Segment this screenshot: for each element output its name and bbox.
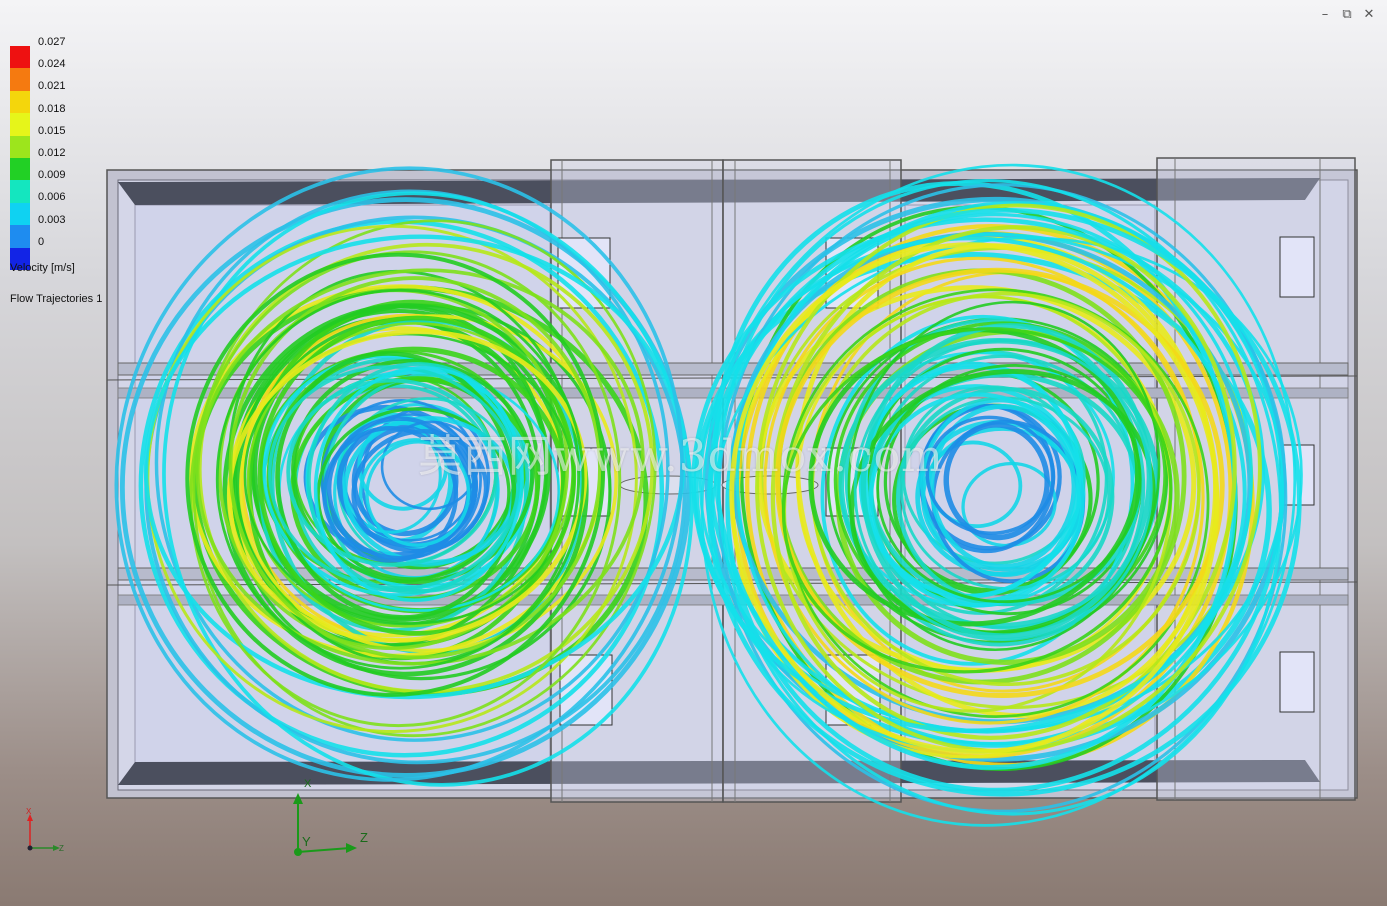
mini-x-label: X: [26, 807, 32, 816]
legend-tick-label: 0.003: [38, 213, 66, 226]
fan-box: [1279, 236, 1315, 298]
column-c: [1156, 157, 1356, 801]
minimize-button[interactable]: –: [1317, 6, 1333, 22]
legend-swatch: [10, 113, 30, 136]
mini-axes-indicator: X Z: [26, 807, 64, 853]
legend-swatch: [10, 135, 30, 158]
legend-swatch: [10, 157, 30, 181]
legend-tick-label: 0.024: [38, 58, 66, 71]
legend-swatch: [10, 225, 30, 248]
legend-tick-label: 0.018: [38, 102, 66, 115]
legend-tick-label: 0.015: [38, 124, 66, 137]
legend-swatch: [10, 68, 30, 91]
triad-z-label: Z: [360, 830, 368, 845]
legend-tick-label: 0.006: [38, 191, 66, 204]
legend-tick-label: 0.021: [38, 80, 66, 93]
legend-tick-label: 0.012: [38, 147, 66, 159]
fan-box: [1279, 651, 1315, 713]
close-button[interactable]: ✕: [1361, 6, 1377, 22]
window-controls: – ⧉ ✕: [1317, 6, 1377, 22]
legend-tick-label: 0.027: [38, 36, 66, 48]
legend-color-bar: [10, 46, 30, 270]
legend-subtitle[interactable]: Flow Trajectories 1: [10, 293, 102, 305]
mini-z-label: Z: [59, 844, 64, 853]
legend-swatch: [10, 202, 30, 226]
legend-swatch: [10, 46, 30, 69]
legend-tick-label: 0: [38, 235, 45, 248]
legend-swatch: [10, 90, 30, 114]
restore-button[interactable]: ⧉: [1339, 6, 1355, 22]
legend-swatch: [10, 180, 30, 203]
graphics-viewport[interactable]: Y Z X X Z 莫西网www.3dmox.com 0.027 0.024 0.0…: [0, 0, 1387, 906]
legend-title: Velocity [m/s]: [10, 262, 75, 274]
svg-text:X: X: [304, 778, 312, 790]
triad-y-label: Y: [302, 834, 311, 849]
model-scene: Y Z X X Z: [26, 157, 1358, 856]
legend-tick-label: 0.009: [38, 169, 66, 182]
